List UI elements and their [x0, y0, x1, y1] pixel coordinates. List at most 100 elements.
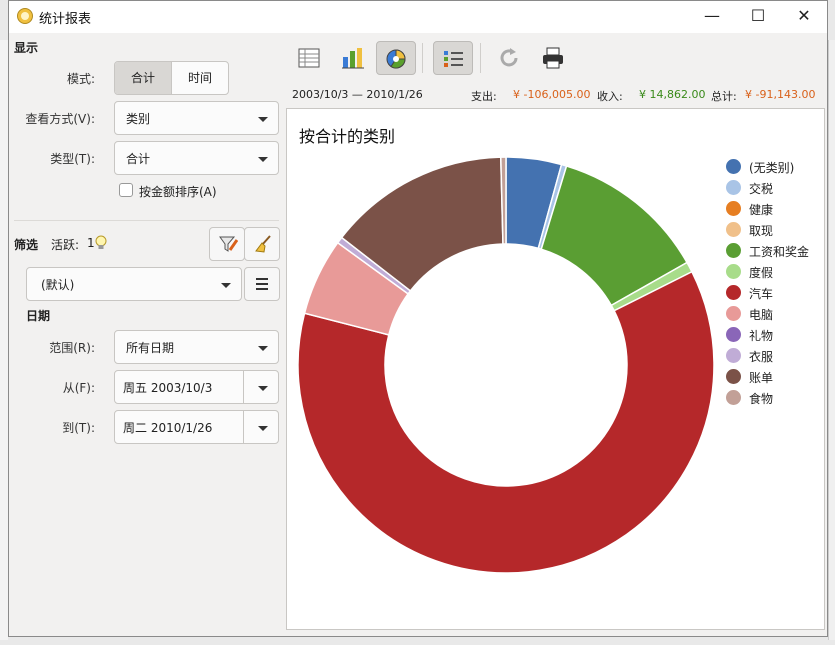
to-date-field[interactable]: 周二 2010/1/26 [114, 410, 279, 444]
legend-swatch [726, 285, 741, 300]
total-label: 总计: [711, 90, 737, 103]
table-view-icon [298, 48, 320, 68]
legend-label: 工资和奖金 [749, 245, 810, 259]
sort-by-amount-checkbox[interactable] [119, 183, 133, 197]
chart-panel: 按合计的类别 (无类别) 交税 健康 取现 工资和奖金 度假 汽车 电脑 礼物 衣服 账单 食物 [286, 108, 825, 630]
table-view-button[interactable] [290, 41, 330, 75]
title-bar: 统计报表 — ☐ ✕ [9, 1, 827, 33]
calendar-dropdown-icon[interactable] [258, 426, 268, 431]
legend-label: (无类别) [749, 161, 795, 175]
refresh-icon [500, 48, 518, 67]
mode-label: 模式: [66, 72, 95, 86]
report-window: 统计报表 — ☐ ✕ 显示 模式: 合计 时间 查看方式(V): 类别 类型(T… [8, 0, 828, 637]
filter-menu-button[interactable] [244, 267, 280, 301]
legend-label: 礼物 [749, 329, 774, 343]
legend-swatch [726, 243, 741, 258]
close-button[interactable]: ✕ [781, 1, 827, 33]
from-date-value: 周五 2003/10/3 [123, 381, 213, 395]
range-dropdown-value: 所有日期 [126, 341, 175, 355]
active-label: 活跃: [51, 238, 80, 252]
type-dropdown-value: 合计 [126, 152, 151, 166]
divider [243, 371, 244, 403]
active-count: 1 [87, 236, 95, 250]
toolbar-divider [422, 43, 423, 73]
chevron-down-icon [221, 283, 231, 288]
legend-list-icon [444, 51, 463, 67]
chevron-down-icon [258, 346, 268, 351]
legend-swatch [726, 390, 741, 405]
background-edge [0, 40, 8, 640]
legend-label: 度假 [749, 266, 774, 280]
calendar-dropdown-icon[interactable] [258, 386, 268, 391]
legend-swatch [726, 159, 741, 174]
to-date-value: 周二 2010/1/26 [123, 421, 213, 435]
mode-toggle: 合计 时间 [114, 61, 229, 95]
broom-icon [255, 235, 271, 253]
bar-chart-icon [342, 48, 364, 69]
display-section-title: 显示 [14, 41, 39, 55]
window-title: 统计报表 [39, 12, 92, 27]
background-scrollbar [828, 40, 835, 640]
clear-filter-button[interactable] [244, 227, 280, 261]
app-coin-icon [17, 8, 33, 24]
toolbar-divider [480, 43, 481, 73]
income-value: ¥ 14,862.00 [639, 88, 706, 101]
legend-label: 交税 [749, 182, 774, 196]
lightbulb-icon [95, 235, 107, 249]
date-section-title: 日期 [26, 309, 51, 323]
legend-label: 衣服 [749, 350, 774, 364]
type-dropdown[interactable]: 合计 [114, 141, 279, 175]
legend-label: 电脑 [749, 308, 774, 322]
total-value: ¥ -91,143.00 [745, 88, 816, 101]
expense-value: ¥ -106,005.00 [513, 88, 591, 101]
chevron-down-icon [258, 117, 268, 122]
type-label: 类型(T): [50, 152, 95, 166]
legend-label: 食物 [749, 392, 774, 406]
pie-chart-icon [386, 49, 406, 69]
legend-label: 健康 [749, 203, 774, 217]
legend-toggle-button[interactable] [433, 41, 473, 75]
legend-label: 账单 [749, 371, 774, 385]
legend-label: 汽车 [749, 287, 774, 301]
minimize-button[interactable]: — [689, 1, 735, 33]
mode-total-button[interactable]: 合计 [115, 62, 172, 94]
print-button[interactable] [533, 41, 573, 75]
legend-swatch [726, 222, 741, 237]
filter-dropdown-value: (默认) [41, 278, 75, 292]
sort-by-amount-label: 按金额排序(A) [139, 185, 217, 199]
filter-edit-icon [219, 236, 238, 252]
legend-swatch [726, 327, 741, 342]
legend-swatch [726, 180, 741, 195]
pie-chart-button[interactable] [376, 41, 416, 75]
range-dropdown[interactable]: 所有日期 [114, 330, 279, 364]
view-label: 查看方式(V): [25, 112, 95, 126]
from-label: 从(F): [62, 381, 95, 395]
from-date-field[interactable]: 周五 2003/10/3 [114, 370, 279, 404]
legend-swatch [726, 348, 741, 363]
filter-section-title: 筛选 [14, 238, 39, 252]
maximize-button[interactable]: ☐ [735, 1, 781, 33]
income-label: 收入: [597, 90, 623, 103]
bar-chart-button[interactable] [333, 41, 373, 75]
legend-swatch [726, 306, 741, 321]
legend-label: 取现 [749, 224, 774, 238]
view-dropdown[interactable]: 类别 [114, 101, 279, 135]
filter-dropdown[interactable]: (默认) [26, 267, 242, 301]
legend-swatch [726, 369, 741, 384]
date-range-text: 2003/10/3 — 2010/1/26 [292, 88, 423, 101]
edit-filter-button[interactable] [209, 227, 245, 261]
refresh-button[interactable] [490, 41, 530, 75]
mode-time-button[interactable]: 时间 [172, 62, 228, 94]
print-icon [543, 47, 563, 69]
view-dropdown-value: 类别 [126, 112, 151, 126]
legend-swatch [726, 201, 741, 216]
legend-swatch [726, 264, 741, 279]
range-label: 范围(R): [49, 341, 95, 355]
chevron-down-icon [258, 157, 268, 162]
expense-label: 支出: [471, 90, 497, 103]
divider [243, 411, 244, 443]
donut-chart [297, 156, 715, 574]
divider [14, 220, 279, 221]
to-label: 到(T): [62, 421, 95, 435]
menu-icon [256, 278, 268, 280]
